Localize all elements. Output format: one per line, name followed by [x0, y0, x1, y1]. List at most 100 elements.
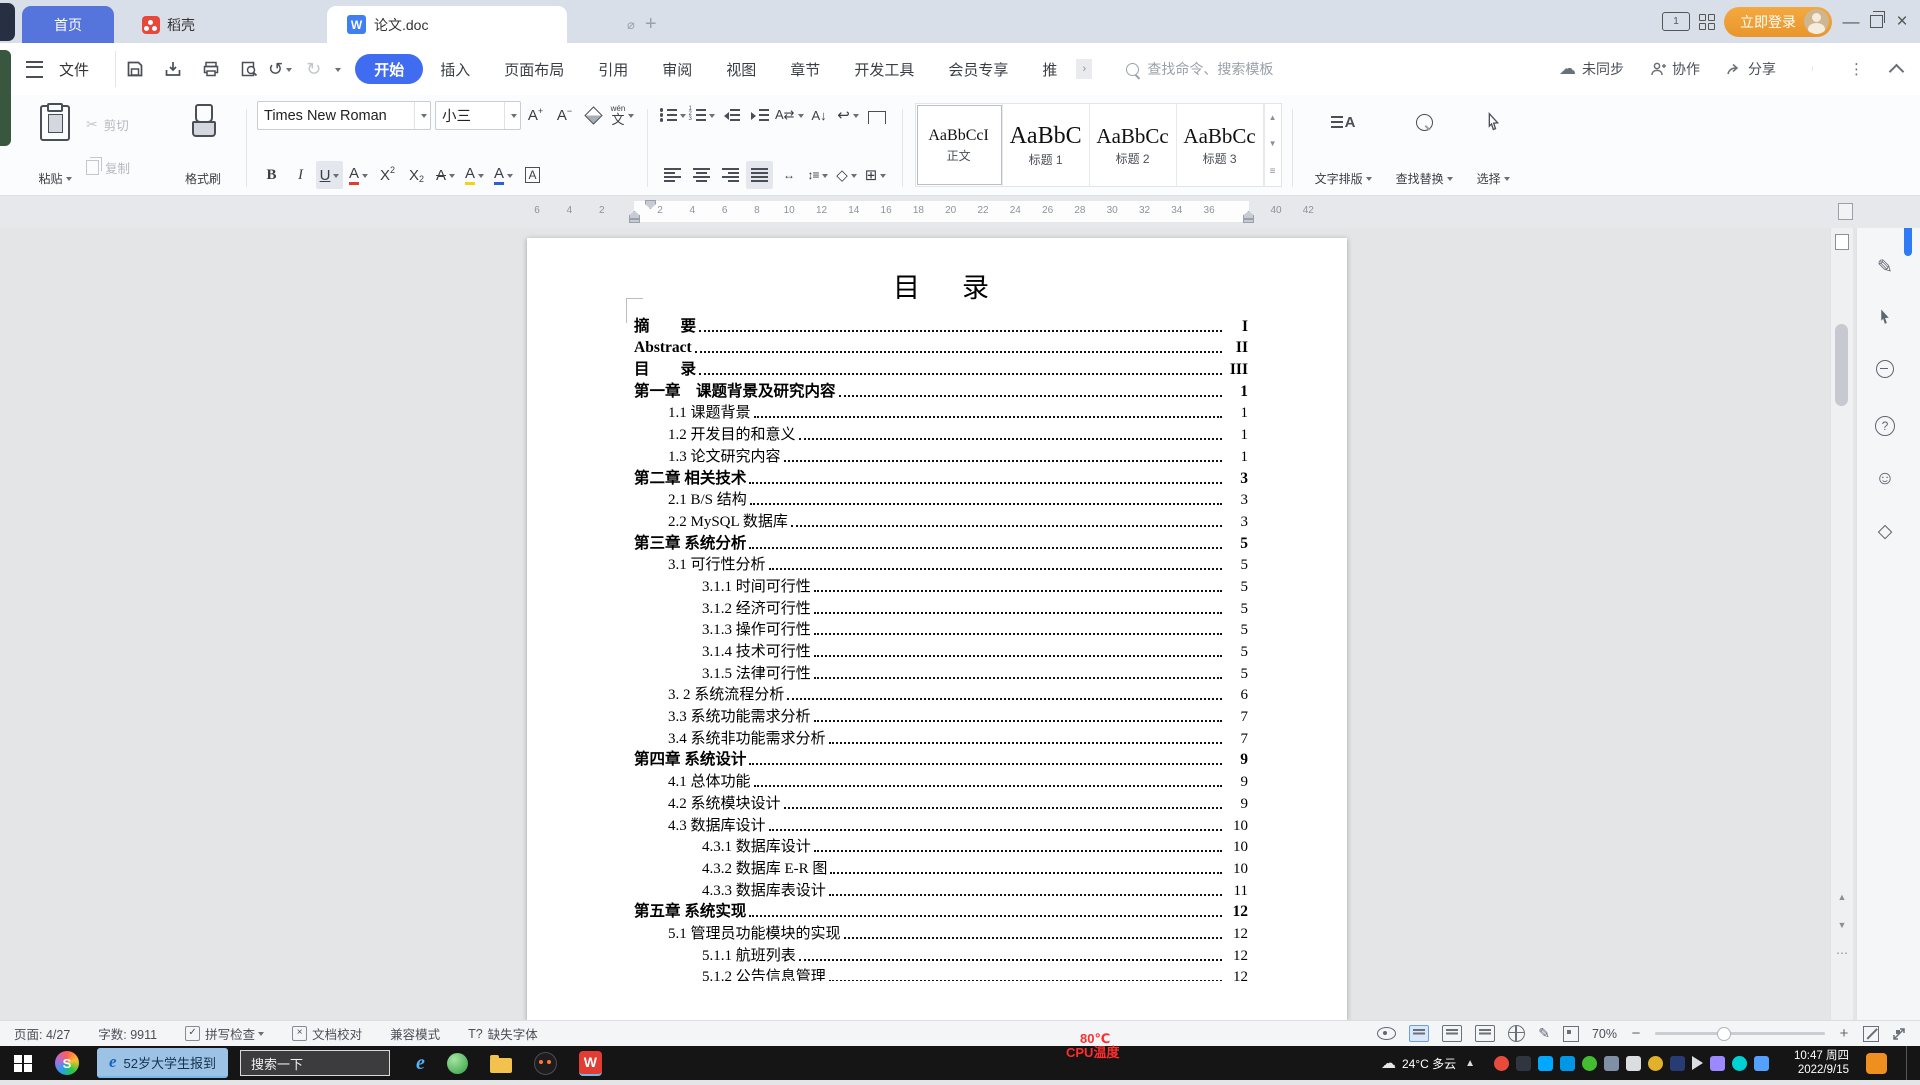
menu-tab-5[interactable]: 视图 — [709, 54, 773, 84]
tab-home[interactable]: 首页 — [22, 6, 114, 43]
align-left-button[interactable] — [659, 161, 686, 189]
tab-docer[interactable]: 稻壳 — [122, 6, 215, 43]
feedback-icon[interactable]: ☺ — [1857, 468, 1913, 490]
numbered-list-button[interactable] — [688, 101, 715, 129]
document-title[interactable]: 目录 — [634, 266, 1248, 305]
superscript-button[interactable]: X2 — [374, 161, 401, 189]
tab-ruler-button[interactable] — [864, 101, 891, 129]
toc-entry[interactable]: 3.1.5 法律可行性 5 — [634, 662, 1248, 684]
right-indent-box[interactable] — [1243, 219, 1254, 223]
tray-expand-icon[interactable]: ▲ — [1465, 1058, 1475, 1069]
style-cell-标题 1[interactable]: AaBbC 标题 1 — [1003, 104, 1090, 186]
read-view-icon[interactable] — [1475, 1025, 1496, 1042]
adjust-tool-icon[interactable] — [1857, 360, 1913, 384]
menu-tab-2[interactable]: 页面布局 — [487, 54, 581, 84]
ie-taskbar-icon[interactable]: e — [416, 1052, 425, 1075]
next-page-button[interactable]: ▼ — [1831, 920, 1853, 930]
decrease-font-button[interactable]: A − — [551, 102, 578, 130]
tab-selector-icon[interactable] — [1838, 203, 1853, 220]
scrollbar-thumb[interactable] — [1835, 324, 1848, 406]
toc-entry[interactable]: 3.4 系统非功能需求分析 7 — [634, 727, 1248, 749]
menu-tab-7[interactable]: 开发工具 — [837, 54, 931, 84]
zoom-in-button[interactable]: + — [1838, 1025, 1850, 1042]
toc-entry[interactable]: 第二章 相关技术 3 — [634, 467, 1248, 489]
show-desktop-button[interactable] — [1906, 1046, 1912, 1080]
browse-object-button[interactable]: ⋯ — [1831, 946, 1853, 960]
fullscreen-icon[interactable] — [1562, 1025, 1579, 1042]
text-effects-button[interactable]: A — [432, 161, 459, 189]
style-more-icon[interactable]: ≡ — [1270, 166, 1276, 177]
toc-entry[interactable]: 1.3 论文研究内容 1 — [634, 445, 1248, 467]
weather-widget[interactable]: ☁ 24°C 多云 — [1381, 1054, 1456, 1072]
tab-document[interactable]: W 论文.doc — [327, 6, 567, 43]
toc-entry[interactable]: 3.1.2 经济可行性 5 — [634, 597, 1248, 619]
pen-tool-icon[interactable]: ✎ — [1857, 256, 1913, 279]
news-widget[interactable]: e 52岁大学生报到 — [97, 1048, 229, 1078]
tray-icon[interactable] — [1670, 1055, 1686, 1071]
toc-entry[interactable]: 4.3.3 数据库表设计 11 — [634, 879, 1248, 901]
underline-button[interactable]: U — [316, 161, 343, 189]
new-tab-button[interactable]: + — [645, 13, 657, 36]
proofread-toggle[interactable]: × 文档校对 — [292, 1024, 362, 1043]
windows-start-button[interactable] — [14, 1054, 32, 1072]
share-button[interactable]: 分享 — [1726, 59, 1776, 79]
style-scroll-down-icon[interactable]: ▼ — [1269, 139, 1277, 148]
zoom-out-button[interactable]: − — [1630, 1025, 1642, 1042]
toc-entry[interactable]: 第一章 课题背景及研究内容 1 — [634, 380, 1248, 402]
close-button[interactable]: × — [1892, 11, 1912, 33]
taskbar-search-input[interactable]: 搜索一下 — [240, 1050, 391, 1076]
pin-tab-icon[interactable]: ⌀ — [627, 17, 635, 33]
collaborate-button[interactable]: 协作 — [1650, 59, 1700, 79]
cut-button[interactable]: ✂ 剪切 — [86, 115, 170, 134]
outline-view-icon[interactable] — [1442, 1025, 1463, 1042]
douyu-taskbar-icon[interactable] — [533, 1051, 557, 1075]
redo-icon[interactable]: ↻ — [306, 59, 321, 80]
style-cell-标题 3[interactable]: AaBbCc 标题 3 — [1177, 104, 1264, 186]
word-count[interactable]: 字数: 9911 — [98, 1024, 157, 1043]
toc-entry[interactable]: 1.2 开发目的和意义 1 — [634, 423, 1248, 445]
quickbar-dropdown-icon[interactable] — [335, 67, 342, 75]
toc-entry[interactable]: 3.3 系统功能需求分析 7 — [634, 705, 1248, 727]
toc-entry[interactable]: 4.2 系统模块设计 9 — [634, 792, 1248, 814]
sort-button[interactable]: A↓ — [806, 101, 833, 129]
print-icon[interactable] — [202, 60, 220, 78]
highlight-color-button[interactable]: A — [461, 161, 488, 189]
increase-font-button[interactable]: A + — [522, 102, 549, 130]
zoom-slider[interactable] — [1655, 1027, 1825, 1041]
wrap-button[interactable]: ↩ — [835, 101, 862, 129]
menu-tab-3[interactable]: 引用 — [581, 54, 645, 84]
wps-taskbar-icon[interactable]: W — [578, 1050, 602, 1076]
menu-tab-1[interactable]: 插入 — [423, 54, 487, 84]
tray-icon[interactable] — [1626, 1055, 1642, 1071]
toc-entry[interactable]: 5.1.1 航班列表 12 — [634, 944, 1248, 966]
browser-taskbar-icon[interactable] — [446, 1052, 468, 1074]
clear-format-button[interactable] — [580, 102, 607, 130]
menu-tab-4[interactable]: 审阅 — [645, 54, 709, 84]
align-right-button[interactable] — [717, 161, 744, 189]
toc-entry[interactable]: 3. 2 系统流程分析 6 — [634, 684, 1248, 706]
fit-page-icon[interactable] — [1863, 1025, 1879, 1042]
tray-icon[interactable] — [1494, 1055, 1510, 1071]
toc-entry[interactable]: 4.1 总体功能 9 — [634, 770, 1248, 792]
strip-scroll-indicator[interactable] — [1904, 228, 1912, 256]
toc-entry[interactable]: 第三章 系统分析 5 — [634, 532, 1248, 554]
toc-entry[interactable]: 4.3.2 数据库 E-R 图 10 — [634, 857, 1248, 879]
font-name-select[interactable]: Times New Roman — [257, 101, 431, 130]
zoom-slider-handle[interactable] — [1717, 1027, 1731, 1041]
tray-icon[interactable] — [1648, 1055, 1664, 1071]
web-view-icon[interactable] — [1508, 1025, 1526, 1042]
document-page[interactable]: 目录 摘 要 I Abstract II 目 录 III 第一章 课题背景及研究内容 1 1.1… — [527, 238, 1347, 1020]
collapse-ribbon-icon[interactable] — [1888, 63, 1905, 79]
s-app-icon[interactable]: S — [55, 1051, 79, 1075]
character-border-button[interactable]: A — [519, 161, 546, 189]
tray-icon[interactable] — [1732, 1055, 1748, 1071]
save-icon[interactable] — [126, 60, 144, 78]
italic-button[interactable]: I — [287, 161, 314, 189]
toc-entry[interactable]: 4.3 数据库设计 10 — [634, 814, 1248, 836]
expand-icon[interactable] — [1892, 1027, 1906, 1041]
borders-button[interactable]: ⊞ — [862, 161, 889, 189]
style-cell-正文[interactable]: AaBbCcI 正文 — [916, 104, 1003, 186]
align-center-button[interactable] — [688, 161, 715, 189]
vertical-scrollbar[interactable]: ▲ ▼ ⋯ — [1830, 228, 1853, 1020]
undo-icon[interactable]: ↺ — [268, 59, 283, 80]
